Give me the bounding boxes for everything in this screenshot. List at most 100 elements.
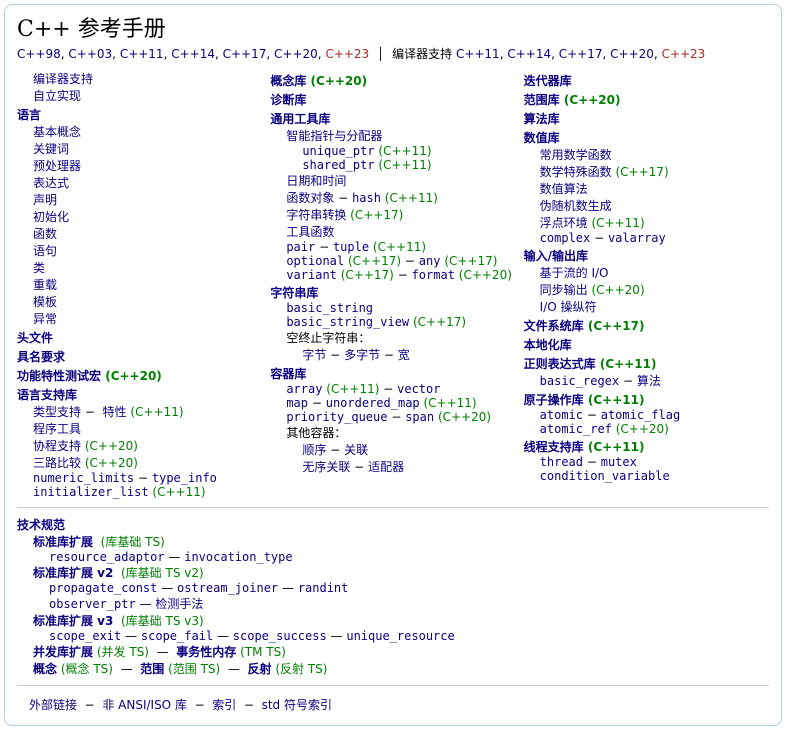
link-pseudo-random[interactable]: 伪随机数生成 (540, 199, 612, 213)
link-three-way[interactable]: 三路比较 (33, 456, 81, 470)
link-algorithms[interactable]: 算法库 (524, 112, 560, 126)
link-basic-string[interactable]: basic_string (286, 301, 373, 315)
link-thread-lib[interactable]: 线程支持库 (524, 440, 584, 454)
link-tuple[interactable]: tuple (333, 240, 369, 254)
link-any[interactable]: any (419, 254, 441, 268)
link-language[interactable]: 语言 (17, 108, 41, 122)
link-overloading[interactable]: 重载 (33, 278, 57, 292)
link-strings[interactable]: 字符串库 (270, 286, 318, 300)
link-expressions[interactable]: 表达式 (33, 176, 69, 190)
link-special-math[interactable]: 数学特殊函数 (540, 165, 612, 179)
link-map[interactable]: map (286, 396, 308, 410)
link-initializer-list[interactable]: initializer_list (33, 485, 149, 499)
link-scope-exit[interactable]: scope_exit (49, 629, 121, 643)
link-resource-adaptor[interactable]: resource_adaptor (49, 550, 165, 564)
link-mutex[interactable]: mutex (601, 455, 637, 469)
link-external[interactable]: 外部链接 (29, 698, 77, 712)
link-traits[interactable]: 特性 (103, 405, 127, 419)
link-declarations[interactable]: 声明 (33, 193, 57, 207)
link-libext2[interactable]: 标准库扩展 v2 (33, 566, 113, 580)
link-stream-io[interactable]: 基于流的 I/O (540, 266, 609, 280)
link-observer-ptr[interactable]: observer_ptr (49, 597, 136, 611)
link-exceptions[interactable]: 异常 (33, 312, 57, 326)
link-basic-string-view[interactable]: basic_string_view (286, 315, 409, 329)
link-unordered-map[interactable]: unordered_map (326, 396, 420, 410)
link-ts-reflect[interactable]: 反射 (248, 662, 272, 676)
link-array[interactable]: array (286, 382, 322, 396)
link-templates[interactable]: 模板 (33, 295, 57, 309)
link-filesystem[interactable]: 文件系统库 (524, 319, 584, 333)
link-containers[interactable]: 容器库 (270, 367, 306, 381)
link-utilfn[interactable]: 工具函数 (286, 225, 334, 239)
link-shared-ptr[interactable]: shared_ptr (302, 158, 374, 172)
link-headers[interactable]: 头文件 (17, 331, 53, 345)
link-ts-concepts[interactable]: 概念 (33, 662, 57, 676)
link-pair[interactable]: pair (286, 240, 315, 254)
link-strconv[interactable]: 字符串转换 (286, 208, 346, 222)
link-span[interactable]: span (405, 410, 434, 424)
link-atomic-lib[interactable]: 原子操作库 (524, 393, 584, 407)
cs-c11[interactable]: C++11 (456, 47, 500, 61)
link-funcobj[interactable]: 函数对象 (286, 191, 334, 205)
link-utilities[interactable]: 通用工具库 (270, 112, 330, 126)
link-tech-specs[interactable]: 技术规范 (17, 518, 65, 532)
link-basic[interactable]: 基本概念 (33, 125, 81, 139)
rev-c98[interactable]: C++98 (17, 47, 61, 61)
link-sync-output[interactable]: 同步输出 (540, 283, 588, 297)
link-type-info[interactable]: type_info (152, 471, 217, 485)
link-numeric-algo[interactable]: 数值算法 (540, 182, 588, 196)
link-concepts-lib[interactable]: 概念库 (270, 74, 306, 88)
link-regex-algo[interactable]: 算法 (637, 374, 661, 388)
link-vector[interactable]: vector (397, 382, 440, 396)
link-hash[interactable]: hash (352, 191, 381, 205)
link-libext[interactable]: 标准库扩展 (33, 535, 93, 549)
link-atomic-flag[interactable]: atomic_flag (601, 408, 680, 422)
link-type-support[interactable]: 类型支持 (33, 405, 81, 419)
rev-c17[interactable]: C++17 (223, 47, 267, 61)
link-diagnostics[interactable]: 诊断库 (270, 93, 306, 107)
link-regex[interactable]: 正则表达式库 (524, 357, 596, 371)
link-named-req[interactable]: 具名要求 (17, 350, 65, 364)
link-randint[interactable]: randint (298, 581, 349, 595)
link-ranges-lib[interactable]: 范围库 (524, 93, 560, 107)
link-freestanding[interactable]: 自立实现 (33, 89, 81, 103)
link-compiler-support[interactable]: 编译器支持 (33, 72, 93, 86)
link-condition-variable[interactable]: condition_variable (540, 469, 670, 483)
rev-c23[interactable]: C++23 (325, 47, 369, 61)
link-multibyte[interactable]: 多字节 (344, 348, 380, 362)
link-smart-ptr[interactable]: 智能指针与分配器 (286, 129, 382, 143)
link-valarray[interactable]: valarray (608, 231, 666, 245)
link-wide[interactable]: 宽 (398, 348, 410, 362)
link-detect[interactable]: 检测手法 (155, 597, 203, 611)
link-priority-queue[interactable]: priority_queue (286, 410, 387, 424)
link-iomanip[interactable]: I/O 操纵符 (540, 300, 597, 314)
link-atomic-ref[interactable]: atomic_ref (540, 422, 612, 436)
link-coroutine[interactable]: 协程支持 (33, 439, 81, 453)
link-complex[interactable]: complex (540, 231, 591, 245)
link-iterator-lib[interactable]: 迭代器库 (524, 74, 572, 88)
link-unord-assoc[interactable]: 无序关联 (302, 460, 350, 474)
cs-c14[interactable]: C++14 (507, 47, 551, 61)
link-assoc[interactable]: 关联 (344, 443, 368, 457)
link-ts-ranges[interactable]: 范围 (140, 662, 164, 676)
link-thread[interactable]: thread (540, 455, 583, 469)
link-libext3[interactable]: 标准库扩展 v3 (33, 614, 113, 628)
cs-c23[interactable]: C++23 (662, 47, 706, 61)
link-non-ansi[interactable]: 非 ANSI/ISO 库 (102, 698, 187, 712)
link-language-support[interactable]: 语言支持库 (17, 388, 77, 402)
link-initialization[interactable]: 初始化 (33, 210, 69, 224)
link-propagate-const[interactable]: propagate_const (49, 581, 157, 595)
link-common-math[interactable]: 常用数学函数 (540, 148, 612, 162)
cs-c17[interactable]: C++17 (559, 47, 603, 61)
link-localization[interactable]: 本地化库 (524, 338, 572, 352)
link-atomic[interactable]: atomic (540, 408, 583, 422)
link-feature-test[interactable]: 功能特性测试宏 (17, 369, 101, 383)
rev-c11[interactable]: C++11 (120, 47, 164, 61)
link-basic-regex[interactable]: basic_regex (540, 374, 619, 388)
link-optional[interactable]: optional (286, 254, 344, 268)
link-unique-ptr[interactable]: unique_ptr (302, 144, 374, 158)
link-invocation-type[interactable]: invocation_type (184, 550, 292, 564)
link-concurr-ext[interactable]: 并发库扩展 (33, 645, 93, 659)
rev-c03[interactable]: C++03 (68, 47, 112, 61)
link-numerics[interactable]: 数值库 (524, 131, 560, 145)
